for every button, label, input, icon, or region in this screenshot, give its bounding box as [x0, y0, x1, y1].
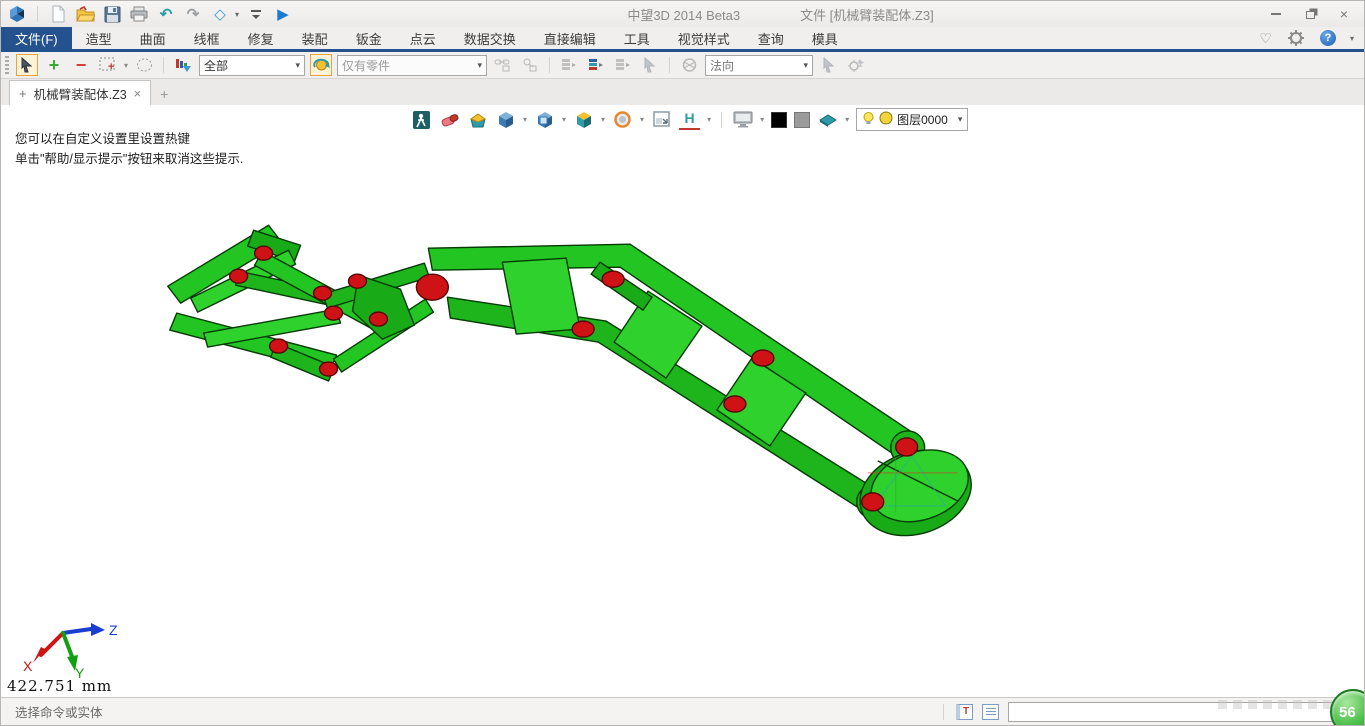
restore-button[interactable] — [1302, 7, 1318, 21]
prompt-panel-toggle-icon[interactable]: T — [956, 704, 973, 720]
ribbon-tab-wireframe[interactable]: 线框 — [180, 27, 234, 49]
lasso-select-icon[interactable] — [133, 54, 155, 76]
scope-dropdown[interactable]: 仅有零件 ▾ — [337, 55, 487, 76]
viewport-canvas[interactable]: 您可以在自定义设置里设置热键 单击"帮助/显示提示"按钮来取消这些提示. ▾ ▾ — [1, 105, 1364, 697]
document-tab-label: 机械臂装配体.Z3 — [34, 84, 127, 103]
app-title: 中望3D 2014 Beta3 — [627, 5, 740, 24]
divider — [669, 57, 670, 73]
document-title: 文件 [机械臂装配体.Z3] — [800, 5, 934, 24]
ribbon-tab-tools[interactable]: 工具 — [610, 27, 664, 49]
ribbon-tab-data-exchange[interactable]: 数据交换 — [450, 27, 530, 49]
z-axis-arrow — [91, 623, 105, 636]
chevron-down-icon: ▾ — [289, 60, 300, 71]
svg-text:+: + — [108, 61, 114, 73]
list-filter-3-icon[interactable] — [612, 54, 634, 76]
app-logo-icon[interactable] — [7, 4, 27, 24]
help-caret-icon[interactable]: ▾ — [1350, 34, 1354, 43]
pick-last-icon[interactable] — [639, 54, 661, 76]
ribbon-tab-direct-edit[interactable]: 直接编辑 — [530, 27, 610, 49]
customize-toolbar-icon[interactable] — [246, 4, 266, 24]
ribbon-right-icons: ♡ ? ▾ — [1259, 27, 1364, 49]
view-mode-icon[interactable]: ◇ — [210, 4, 230, 24]
divider — [943, 704, 944, 720]
open-file-icon[interactable] — [75, 4, 95, 24]
filter-dropdown-value: 全部 — [204, 57, 228, 74]
favorites-heart-icon[interactable]: ♡ — [1259, 30, 1272, 47]
3d-model-mechanical-arm[interactable] — [1, 105, 1364, 697]
title-bar: ↶ ↷ ◇ ▾ ▶ 中望3D 2014 Beta3 文件 [机械臂装配体.Z3]… — [1, 1, 1364, 27]
print-icon[interactable] — [129, 4, 149, 24]
undo-icon[interactable]: ↶ — [156, 4, 176, 24]
divider — [549, 57, 550, 73]
coordinate-triad: Z X Y — [11, 617, 131, 679]
new-file-icon[interactable] — [48, 4, 68, 24]
status-message: 选择命令或实体 — [1, 702, 103, 721]
window-select-caret-icon[interactable]: ▾ — [124, 61, 128, 70]
ribbon-tab-assembly[interactable]: 装配 — [288, 27, 342, 49]
ribbon-tab-repair[interactable]: 修复 — [234, 27, 288, 49]
window-title: 中望3D 2014 Beta3 文件 [机械臂装配体.Z3] — [293, 5, 1268, 24]
pick-cursor-icon[interactable] — [16, 54, 38, 76]
ribbon-tab-inquire[interactable]: 查询 — [744, 27, 798, 49]
unlink-icon[interactable] — [519, 54, 541, 76]
message-list-toggle-icon[interactable] — [982, 704, 999, 720]
filter-dropdown[interactable]: 全部 ▾ — [199, 55, 305, 76]
reorient-icon[interactable] — [310, 54, 332, 76]
close-button[interactable]: × — [1336, 7, 1352, 21]
list-filter-1-icon[interactable] — [558, 54, 580, 76]
measurement-readout: 422.751 mm — [7, 677, 112, 695]
document-tab-active[interactable]: + 机械臂装配体.Z3 × — [9, 80, 151, 105]
watermark-badge-text: 56 — [1339, 704, 1356, 721]
divider — [163, 57, 164, 73]
normal-dropdown-value: 法向 — [710, 57, 734, 74]
ribbon-tab-file[interactable]: 文件(F) — [1, 27, 72, 49]
divider — [37, 6, 38, 22]
start-icon[interactable]: ▶ — [273, 4, 293, 24]
ribbon-tab-bar: 文件(F) 造型 曲面 线框 修复 装配 钣金 点云 数据交换 直接编辑 工具 … — [1, 27, 1364, 52]
quick-access-toolbar: ↶ ↷ ◇ ▾ ▶ — [7, 4, 293, 24]
tab-expand-icon[interactable]: + — [19, 86, 27, 101]
remove-selection-icon[interactable]: − — [70, 54, 92, 76]
view-mode-caret-icon[interactable]: ▾ — [235, 10, 239, 19]
chevron-down-icon: ▾ — [797, 60, 808, 71]
normal-dropdown[interactable]: 法向 ▾ — [705, 55, 813, 76]
window-select-icon[interactable]: + — [97, 54, 119, 76]
ribbon-tab-shape[interactable]: 造型 — [72, 27, 126, 49]
chevron-down-icon: ▾ — [471, 60, 482, 71]
z-axis-label: Z — [109, 622, 118, 638]
sphere-orient-icon[interactable] — [678, 54, 700, 76]
tab-close-icon[interactable]: × — [134, 86, 142, 101]
selection-toolbar: + − + ▾ 全部 ▾ 仅有零件 ▾ — [1, 52, 1364, 79]
document-tab-bar: + 机械臂装配体.Z3 × + — [1, 79, 1364, 105]
scope-dropdown-value: 仅有零件 — [342, 57, 390, 74]
x-axis-label: X — [23, 658, 33, 674]
toolbar-grip-handle[interactable] — [5, 56, 9, 74]
ribbon-tab-sheet-metal[interactable]: 钣金 — [342, 27, 396, 49]
settings-gear-icon[interactable] — [1288, 30, 1304, 46]
status-bar: 选择命令或实体 T — [1, 697, 1364, 725]
help-icon[interactable]: ? — [1320, 30, 1336, 46]
save-file-icon[interactable] — [102, 4, 122, 24]
ribbon-tab-mold[interactable]: 模具 — [798, 27, 852, 49]
selection-filter-icon[interactable] — [172, 54, 194, 76]
link-pair-icon[interactable] — [492, 54, 514, 76]
pick-settings-icon[interactable] — [845, 54, 867, 76]
pick-point-icon[interactable] — [818, 54, 840, 76]
ribbon-tab-surface[interactable]: 曲面 — [126, 27, 180, 49]
add-selection-icon[interactable]: + — [43, 54, 65, 76]
window-controls: × — [1268, 7, 1352, 21]
ribbon-tab-point-cloud[interactable]: 点云 — [396, 27, 450, 49]
ribbon-tab-visual-style[interactable]: 视觉样式 — [664, 27, 744, 49]
minimize-button[interactable] — [1268, 7, 1284, 21]
app-window: ↶ ↷ ◇ ▾ ▶ 中望3D 2014 Beta3 文件 [机械臂装配体.Z3]… — [0, 0, 1365, 726]
watermark-text — [1218, 700, 1338, 709]
list-filter-2-icon[interactable] — [585, 54, 607, 76]
redo-icon[interactable]: ↷ — [183, 4, 203, 24]
new-tab-button[interactable]: + — [151, 83, 177, 105]
